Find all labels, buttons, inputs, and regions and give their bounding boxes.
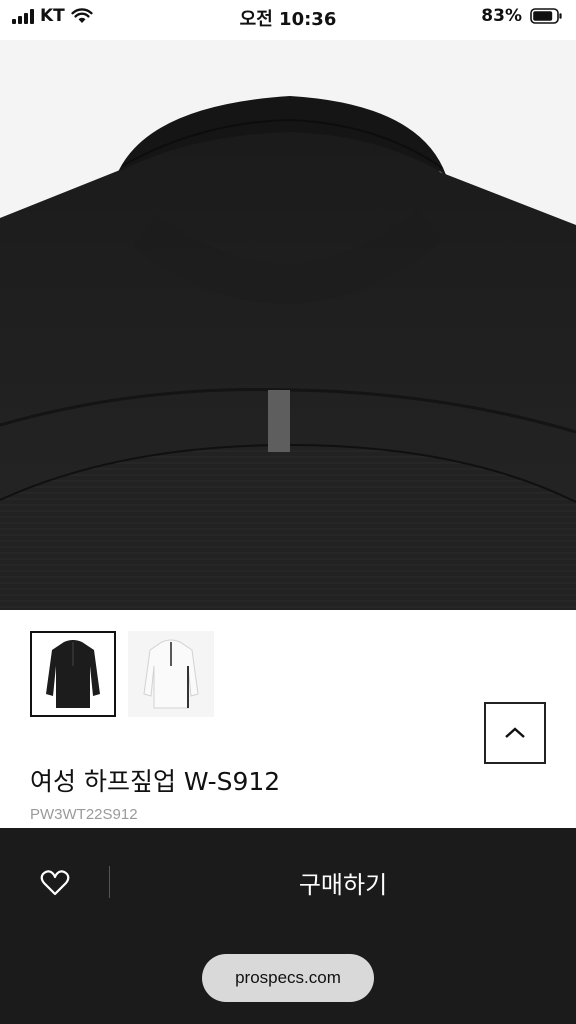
shirt-back-closeup-image [0,96,576,610]
chevron-up-icon [505,727,525,738]
wishlist-button[interactable] [38,866,72,900]
status-bar: KT 오전 10:36 83% [0,0,576,34]
white-shirt-thumbnail-image [143,639,199,709]
product-hero-image [0,40,576,610]
thumbnail-white-shirt[interactable] [128,631,214,717]
thumbnail-list [30,631,214,717]
bottom-action-bar: 구매하기 prospecs.com [0,828,576,1024]
buy-button[interactable]: 구매하기 [110,850,576,914]
product-title: 여성 하프짚업 W-S912 [30,767,281,796]
scroll-top-button[interactable] [484,702,546,764]
battery-percent: 83% [481,6,522,26]
status-right: 83% [481,6,562,26]
black-shirt-thumbnail-image [46,640,100,708]
product-code: PW3WT22S912 [30,806,138,823]
thumbnail-black-shirt[interactable] [30,631,116,717]
battery-icon [530,8,562,24]
heart-icon [40,870,70,896]
browser-url-pill[interactable]: prospecs.com [202,954,374,1002]
